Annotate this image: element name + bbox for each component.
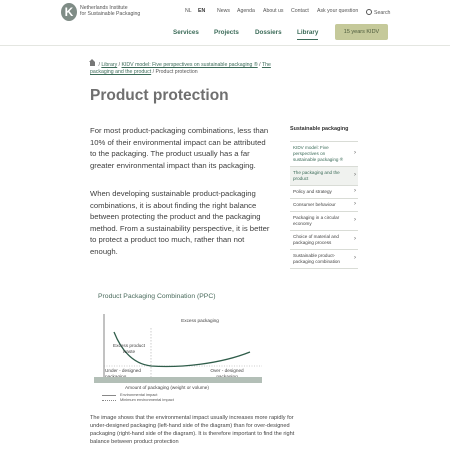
packaging-amount-bar [94,377,262,383]
lang-en-link[interactable]: EN [198,8,205,14]
sidebar-item-policy[interactable]: Policy and strategy › [290,185,358,198]
breadcrumb-current: Product protection [155,69,198,75]
logo-icon[interactable]: K [61,3,77,21]
search-label: Search [374,10,391,16]
chevron-right-icon: › [354,236,356,242]
sidebar-item-label: Policy and strategy [293,189,332,194]
nav-library[interactable]: Library [297,29,319,40]
legend-solid-line [102,394,116,396]
search-icon [366,9,372,15]
top-link-contact[interactable]: Contact [291,8,309,14]
sidebar-item-label: Sustainable product-packaging combinatio… [293,253,340,264]
breadcrumb-kidv-model[interactable]: KIDV model: Five perspectives on sustain… [122,62,258,68]
diagram-explanation-paragraph: The image shows that the environmental i… [90,415,295,445]
chevron-right-icon: › [354,172,356,178]
sidebar-item-label: Packaging in a circular economy [293,215,340,226]
site-header: K Netherlands Institute for Sustainable … [0,0,450,48]
legend-dotted-line [102,399,116,401]
breadcrumb-library[interactable]: Library [101,62,117,68]
legend-minimum-impact: Minimum environmental impact [102,397,174,402]
nav-projects[interactable]: Projects [214,29,239,36]
org-name-line2: for Sustainable Packaging [80,11,141,18]
top-link-about[interactable]: About us [263,8,283,14]
intro-paragraph: For most product-packaging combinations,… [90,126,269,170]
balance-paragraph: When developing sustainable product-pack… [90,189,270,256]
sidebar: Sustainable packaging KIDV model: Five p… [290,126,358,269]
sidebar-item-sustainable-combination[interactable]: Sustainable product-packaging combinatio… [290,249,358,269]
sidebar-item-material[interactable]: Choice of material and packaging process… [290,230,358,249]
chevron-right-icon: › [354,217,356,223]
breadcrumb: / Library / KIDV model: Five perspective… [89,59,271,75]
label-excess-packaging: Excess packaging [181,318,219,323]
sidebar-item-consumer[interactable]: Consumer behaviour › [290,198,358,211]
sidebar-item-kidv-model[interactable]: KIDV model: Five perspectives on sustain… [290,141,358,166]
header-divider [0,45,450,46]
sidebar-item-label: KIDV model: Five perspectives on sustain… [293,145,344,162]
lang-nl-link[interactable]: NL [185,8,192,14]
chevron-right-icon: › [354,150,356,156]
axis-label: Amount of packaging (weight or volume) [125,385,209,390]
nav-services[interactable]: Services [173,29,199,36]
top-link-agenda[interactable]: Agenda [237,8,255,14]
sidebar-item-packaging-product[interactable]: The packaging and the product › [290,166,358,185]
chevron-right-icon: › [354,255,356,261]
sidebar-item-label: Choice of material and packaging process [293,234,339,245]
sidebar-item-label: Consumer behaviour [293,202,336,207]
search-link[interactable]: Search [366,8,390,16]
org-name[interactable]: Netherlands Institute for Sustainable Pa… [80,5,160,17]
nav-dossiers[interactable]: Dossiers [255,29,282,36]
sidebar-item-label: The packaging and the product [293,170,340,181]
top-link-ask-question[interactable]: Ask your question [317,8,358,14]
ppc-diagram: Product Packaging Combination (PPC) Exce… [90,288,270,413]
page-title: Product protection [90,87,229,104]
sidebar-title: Sustainable packaging [290,126,349,132]
chevron-right-icon: › [354,201,356,207]
sidebar-item-circular[interactable]: Packaging in a circular economy › [290,211,358,230]
anniversary-button[interactable]: 15 years KIDV [335,24,388,40]
label-excess-waste: Excess product waste [112,343,146,354]
chevron-right-icon: › [354,188,356,194]
home-icon[interactable] [89,59,95,66]
legend-min-text: Minimum environmental impact [120,397,174,402]
diagram-legend: Environmental impact Minimum environment… [102,392,174,402]
top-link-news[interactable]: News [217,8,230,14]
